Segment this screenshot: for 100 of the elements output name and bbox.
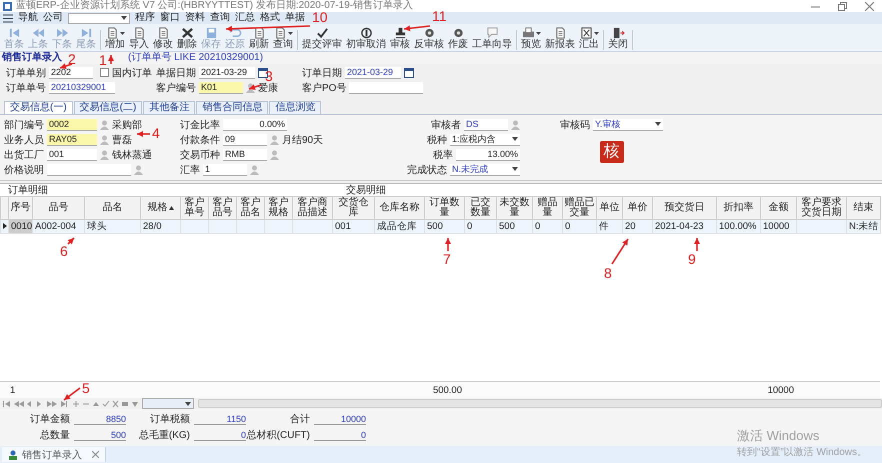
input-field[interactable]: 2202 <box>49 66 93 78</box>
menu-item[interactable]: 查询 <box>210 12 230 24</box>
column-header[interactable]: 赠品量 <box>532 196 562 220</box>
menu-item[interactable]: 资料 <box>185 12 205 24</box>
column-header[interactable]: 客户规格 <box>264 196 292 220</box>
dropdown[interactable]: Y.审核 <box>593 118 663 130</box>
column-header[interactable]: 客户品号 <box>208 196 236 220</box>
input-field[interactable]: 2021-03-29 <box>345 66 401 78</box>
input-field[interactable]: 0002 <box>47 118 97 130</box>
toolbar-button[interactable]: 关闭 <box>606 27 630 50</box>
checkbox[interactable] <box>100 68 109 77</box>
column-header[interactable]: 品号 <box>32 196 84 220</box>
menu-item[interactable]: 汇总 <box>235 12 255 24</box>
tab[interactable]: 交易信息(二) <box>74 101 142 114</box>
query-condition: (订单单号 LIKE 20210329001) <box>128 52 264 64</box>
column-header[interactable]: 品名 <box>84 196 140 220</box>
column-header[interactable]: 未交数量 <box>496 196 532 220</box>
toolbar-button[interactable]: 预览 <box>519 27 543 50</box>
input-field[interactable]: 1 <box>203 164 247 176</box>
tab[interactable]: 信息浏览 <box>269 101 322 114</box>
toolbar-button[interactable]: 作废 <box>446 27 470 50</box>
caret-icon <box>288 32 292 34</box>
column-header[interactable]: 金额 <box>760 196 796 220</box>
lookup-icon[interactable] <box>100 150 109 160</box>
column-header[interactable]: 订单数量 <box>424 196 464 220</box>
total-value: 1150 <box>194 414 246 424</box>
table-cell: 0 <box>562 220 596 234</box>
close-icon[interactable] <box>865 2 874 10</box>
input-field[interactable] <box>47 164 131 176</box>
toolbar-button[interactable]: 提交评审 <box>300 27 344 50</box>
document-tab[interactable]: 销售订单录入 <box>2 447 106 462</box>
menu-item[interactable]: 格式 <box>260 12 280 24</box>
column-header[interactable]: 已交数量 <box>464 196 496 220</box>
list-icon <box>3 14 13 22</box>
dropdown[interactable]: N.未完成 <box>450 164 520 176</box>
column-header[interactable]: 单位 <box>596 196 622 220</box>
cross-icon <box>180 27 194 39</box>
toolbar-button[interactable]: 初审取消 <box>344 27 388 50</box>
lookup-icon[interactable] <box>100 120 109 130</box>
column-header[interactable]: 客户品名 <box>236 196 264 220</box>
tab[interactable]: 交易信息(一) <box>4 101 73 114</box>
table-cell: 001 <box>332 220 374 234</box>
input-field[interactable]: RAY05 <box>47 134 97 146</box>
dropdown[interactable]: 1:应税内含 <box>450 134 520 146</box>
lookup-icon[interactable] <box>511 120 520 130</box>
input-field[interactable]: DS <box>464 118 508 130</box>
toolbar-button[interactable]: 删除 <box>175 27 199 50</box>
column-header[interactable]: 赠品已交量 <box>562 196 596 220</box>
lookup-name: 采购部 <box>112 118 142 132</box>
menu-item[interactable]: 导航 <box>18 12 38 24</box>
record-navigator-icon[interactable] <box>3 400 138 408</box>
navigator-select[interactable] <box>142 398 194 409</box>
column-header[interactable]: 折扣率 <box>716 196 760 220</box>
toolbar-button[interactable]: 审核 <box>388 27 412 50</box>
toolbar-button[interactable]: 修改 <box>151 27 175 50</box>
horizontal-scrollbar[interactable] <box>198 399 882 408</box>
company-select[interactable] <box>68 12 130 24</box>
input-field[interactable]: 20210329001 <box>49 82 115 94</box>
column-header[interactable]: 客户要求交货日期 <box>796 196 846 220</box>
column-header[interactable]: 仓库名称 <box>374 196 424 220</box>
toolbar-button[interactable]: 反审核 <box>412 27 446 50</box>
column-header[interactable]: 客户单号 <box>180 196 208 220</box>
toolbar-button[interactable]: 汇出 <box>577 27 601 50</box>
total-label: 订单税额 <box>150 412 190 426</box>
annotation-number: 4 <box>152 126 160 140</box>
restore-icon[interactable] <box>838 2 847 10</box>
input-field[interactable]: K01 <box>199 82 243 94</box>
input-field[interactable]: 09 <box>223 134 267 146</box>
toolbar-button[interactable]: 刷新 <box>247 27 271 50</box>
tab[interactable]: 其他备注 <box>143 101 196 114</box>
close-icon[interactable] <box>92 451 99 458</box>
column-header[interactable]: 单价 <box>622 196 652 220</box>
input-field[interactable] <box>349 82 424 94</box>
annotation-number: 2 <box>68 52 76 66</box>
lookup-icon[interactable] <box>270 134 279 144</box>
column-header[interactable]: 客户商品描述 <box>292 196 332 220</box>
column-header[interactable]: 序号 <box>8 196 32 220</box>
toolbar-button[interactable]: 新报表 <box>543 27 577 50</box>
column-header[interactable]: 交货仓库 <box>332 196 374 220</box>
toolbar-button[interactable]: 导入 <box>127 27 151 50</box>
input-field[interactable]: 13.00% <box>456 148 520 160</box>
toolbar-button[interactable]: 工单向导 <box>470 27 514 50</box>
lookup-icon[interactable] <box>100 134 109 144</box>
menu-item[interactable]: 单据 <box>285 12 305 24</box>
input-field[interactable]: 2021-03-29 <box>199 66 255 78</box>
menu-item[interactable]: 窗口 <box>160 12 180 24</box>
input-field[interactable]: RMB <box>223 148 267 160</box>
column-header[interactable]: 结束 <box>846 196 880 220</box>
calendar-icon[interactable] <box>404 68 414 78</box>
column-header[interactable]: 规格 <box>140 196 180 220</box>
lookup-icon[interactable] <box>270 150 279 160</box>
input-field[interactable]: 0.00% <box>223 118 287 130</box>
lookup-icon[interactable] <box>134 164 143 174</box>
toolbar-button[interactable]: 增加 <box>103 27 127 50</box>
lookup-icon[interactable] <box>250 164 259 174</box>
column-header[interactable]: 预交货日 <box>652 196 716 220</box>
tab[interactable]: 销售合同信息 <box>196 101 268 114</box>
menu-item[interactable]: 程序 <box>135 12 155 24</box>
toolbar-button[interactable]: 查询 <box>271 27 295 50</box>
input-field[interactable]: 001 <box>47 148 97 160</box>
